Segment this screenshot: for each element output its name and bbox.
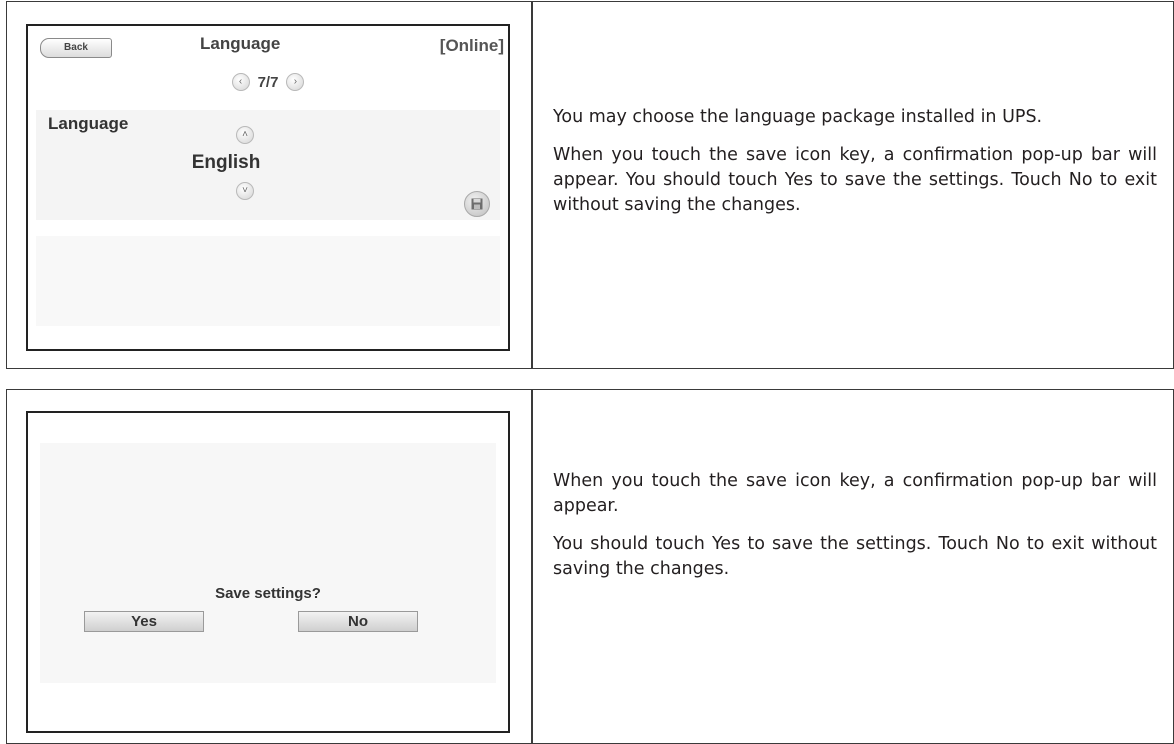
online-status: [Online] — [439, 36, 504, 55]
confirm-row: Save settings? Yes No When you touch the… — [6, 389, 1174, 744]
column-divider — [531, 2, 533, 368]
screen-lower-area — [36, 236, 500, 326]
chevron-left-icon[interactable]: ‹ — [231, 73, 250, 91]
language-description: You may choose the language package inst… — [553, 105, 1157, 231]
screen-title: Language — [200, 34, 281, 53]
dialog-area: Save settings? Yes No — [40, 443, 496, 683]
language-screen: Back Language [Online] ‹ 7/7 › Language … — [26, 24, 510, 351]
description-paragraph: When you touch the save icon key, a conf… — [553, 145, 1157, 215]
back-button[interactable]: Back — [40, 38, 112, 58]
chevron-right-icon[interactable]: › — [286, 73, 305, 91]
language-field-label: Language — [48, 114, 129, 133]
page-indicator: 7/7 — [257, 73, 279, 91]
chevron-down-icon[interactable]: ˅ — [236, 182, 254, 200]
no-button[interactable]: No — [298, 611, 418, 632]
yes-button[interactable]: Yes — [84, 611, 204, 632]
confirm-description: When you touch the save icon key, a conf… — [553, 469, 1157, 595]
column-divider — [531, 390, 533, 743]
language-row: Back Language [Online] ‹ 7/7 › Language … — [6, 1, 1174, 369]
description-paragraph: You should touch Yes to save the setting… — [553, 534, 1157, 579]
dialog-prompt: Save settings? — [215, 585, 321, 602]
floppy-disk-icon[interactable] — [464, 191, 490, 217]
chevron-up-icon[interactable]: ˄ — [236, 126, 254, 144]
language-value: English — [191, 152, 261, 173]
description-paragraph: When you touch the save icon key, a conf… — [553, 471, 1157, 516]
confirm-screen: Save settings? Yes No — [26, 411, 510, 733]
description-paragraph: You may choose the language package inst… — [553, 107, 1043, 127]
language-panel: Language ˄ English ˅ — [36, 110, 500, 220]
pager: ‹ 7/7 › — [28, 70, 508, 94]
